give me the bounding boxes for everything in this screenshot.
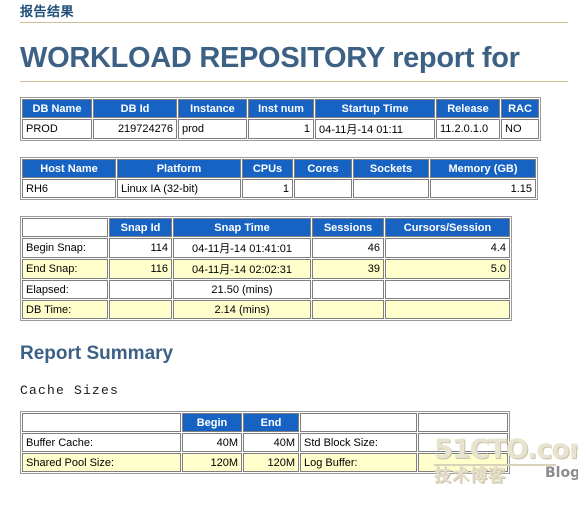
cell-sockets [353,179,429,198]
cell-begin: 40M [182,433,242,452]
report-title-divider [20,81,568,82]
table-row: PROD 219724276 prod 1 04-11月-14 01:11 11… [22,119,539,139]
col-sockets: Sockets [353,159,429,178]
col-db-name: DB Name [22,99,92,118]
cell-sessions [312,300,384,319]
cell-snap-id [109,300,172,319]
cell-snap-id: 114 [109,238,172,258]
db-info-table: DB Name DB Id Instance Inst num Startup … [20,97,541,141]
cell-snap-time: 21.50 (mins) [173,280,311,299]
cell-snap-time: 04-11月-14 02:02:31 [173,259,311,279]
cell-cursors-session: 4.4 [385,238,510,258]
cell-memory-gb: 1.15 [430,179,536,198]
cell-release: 11.2.0.1.0 [436,119,500,139]
cell-cores [294,179,352,198]
cell-begin: 120M [182,453,242,472]
table-header-row: Snap Id Snap Time Sessions Cursors/Sessi… [22,218,510,237]
table-row: Elapsed: 21.50 (mins) [22,280,510,299]
cell-rac: NO [501,119,539,139]
cell-cache-label-2: Std Block Size: [300,433,417,452]
table-header-row: Host Name Platform CPUs Cores Sockets Me… [22,159,536,178]
cell-cache-label: Shared Pool Size: [22,453,181,472]
cache-sizes-table: Begin End Buffer Cache: 40M 40M Std Bloc… [20,411,510,474]
table-row: RH6 Linux IA (32-bit) 1 1.15 [22,179,536,198]
col-snap-id: Snap Id [109,218,172,237]
col-sessions: Sessions [312,218,384,237]
cell-row-label: End Snap: [22,259,108,279]
table-row: Begin Snap: 114 04-11月-14 01:41:01 46 4.… [22,238,510,258]
col-host-name: Host Name [22,159,116,178]
cell-cache-label: Buffer Cache: [22,433,181,452]
col-end: End [243,413,299,432]
cell-snap-id [109,280,172,299]
col-cache-label-2 [300,413,417,432]
col-instance: Instance [178,99,247,118]
col-snap-time: Snap Time [173,218,311,237]
cell-cache-value-2 [418,453,508,472]
cell-host-name: RH6 [22,179,116,198]
cell-row-label: Elapsed: [22,280,108,299]
cell-cache-label-2: Log Buffer: [300,453,417,472]
table-row: DB Time: 2.14 (mins) [22,300,510,319]
cell-sessions: 46 [312,238,384,258]
cell-cache-value-2 [418,433,508,452]
header-divider [20,22,568,23]
table-row: Shared Pool Size: 120M 120M Log Buffer: [22,453,508,472]
col-begin: Begin [182,413,242,432]
cell-platform: Linux IA (32-bit) [117,179,241,198]
col-cache-value-2 [418,413,508,432]
cell-instance: prod [178,119,247,139]
cell-cursors-session [385,300,510,319]
col-cache-label [22,413,181,432]
cell-inst-num: 1 [248,119,314,139]
cell-sessions [312,280,384,299]
report-summary-heading: Report Summary [20,343,174,364]
col-release: Release [436,99,500,118]
col-startup-time: Startup Time [315,99,435,118]
page-header: 报告结果 [0,0,578,19]
table-header-row: Begin End [22,413,508,432]
cell-cursors-session [385,280,510,299]
host-info-table: Host Name Platform CPUs Cores Sockets Me… [20,157,538,200]
col-rac: RAC [501,99,539,118]
col-memory-gb: Memory (GB) [430,159,536,178]
cell-end: 120M [243,453,299,472]
snapshot-section: Snap Id Snap Time Sessions Cursors/Sessi… [20,216,578,321]
cell-snap-id: 116 [109,259,172,279]
table-row: End Snap: 116 04-11月-14 02:02:31 39 5.0 [22,259,510,279]
col-inst-num: Inst num [248,99,314,118]
col-db-id: DB Id [93,99,177,118]
col-cursors-session: Cursors/Session [385,218,510,237]
table-header-row: DB Name DB Id Instance Inst num Startup … [22,99,539,118]
cache-sizes-heading: Cache Sizes [20,383,120,398]
cell-row-label: Begin Snap: [22,238,108,258]
cell-snap-time: 04-11月-14 01:41:01 [173,238,311,258]
cache-sizes-section: Begin End Buffer Cache: 40M 40M Std Bloc… [20,411,578,474]
col-snap-label [22,218,108,237]
cell-db-name: PROD [22,119,92,139]
table-row: Buffer Cache: 40M 40M Std Block Size: [22,433,508,452]
cell-row-label: DB Time: [22,300,108,319]
col-platform: Platform [117,159,241,178]
cell-cpus: 1 [242,179,293,198]
report-title: WORKLOAD REPOSITORY report for [20,42,520,74]
cell-cursors-session: 5.0 [385,259,510,279]
page-title: 报告结果 [20,4,75,19]
host-info-section: Host Name Platform CPUs Cores Sockets Me… [20,157,578,200]
cell-db-id: 219724276 [93,119,177,139]
cell-end: 40M [243,433,299,452]
col-cores: Cores [294,159,352,178]
cell-snap-time: 2.14 (mins) [173,300,311,319]
cell-startup-time: 04-11月-14 01:11 [315,119,435,139]
db-info-section: DB Name DB Id Instance Inst num Startup … [20,97,578,141]
col-cpus: CPUs [242,159,293,178]
cell-sessions: 39 [312,259,384,279]
snapshot-table: Snap Id Snap Time Sessions Cursors/Sessi… [20,216,512,321]
